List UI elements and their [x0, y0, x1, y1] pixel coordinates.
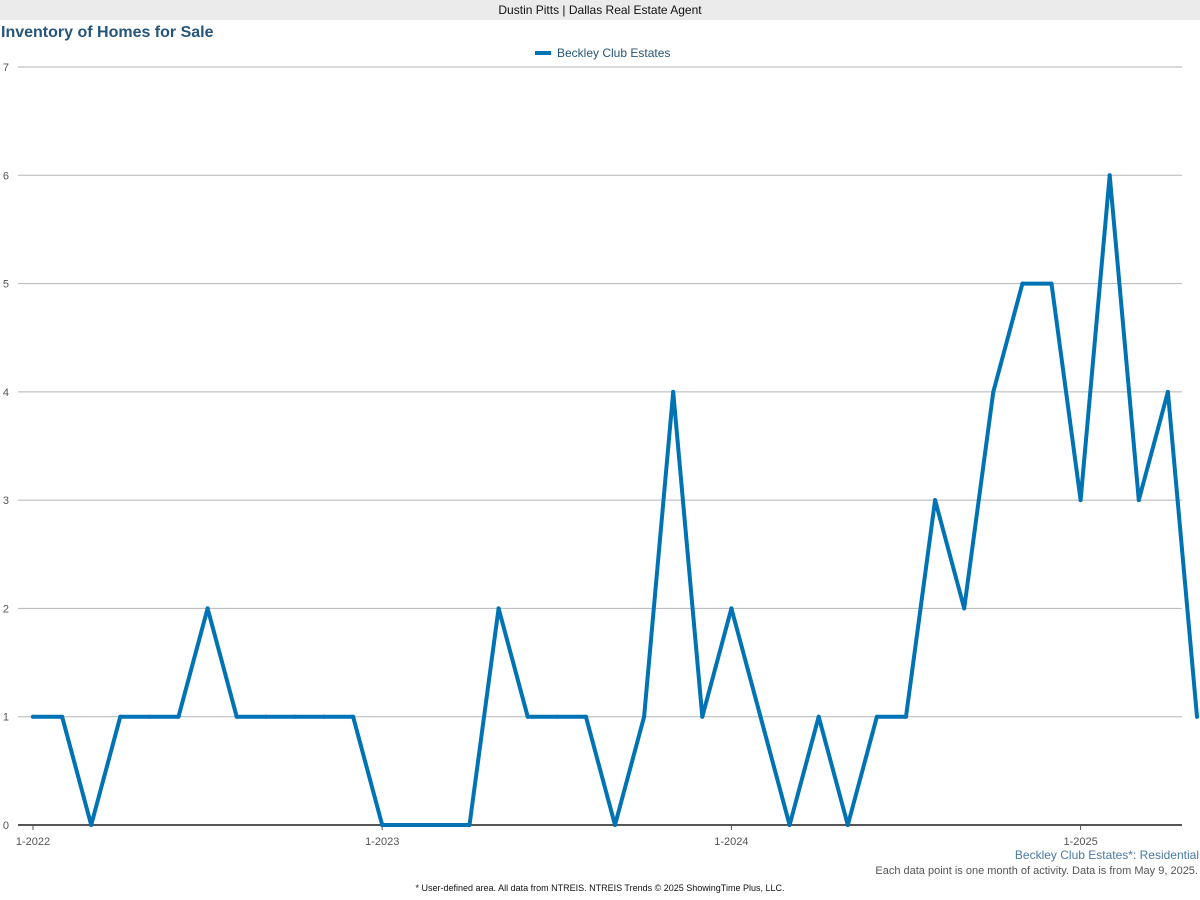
- data-point: [234, 714, 239, 719]
- data-point: [176, 714, 181, 719]
- data-point: [845, 823, 850, 827]
- data-point: [351, 714, 356, 719]
- source-footer: * User-defined area. All data from NTREI…: [415, 883, 785, 893]
- x-tick-label: 1-2024: [714, 836, 748, 848]
- y-tick-label: 3: [3, 495, 9, 507]
- data-point: [60, 714, 65, 719]
- data-note: Each data point is one month of activity…: [875, 865, 1198, 877]
- data-point: [118, 714, 123, 719]
- data-point: [205, 606, 210, 611]
- data-point: [1165, 389, 1170, 394]
- data-point: [554, 714, 559, 719]
- data-point: [583, 714, 588, 719]
- data-point: [525, 714, 530, 719]
- data-point: [1107, 173, 1112, 178]
- data-point: [380, 823, 385, 827]
- data-point: [671, 389, 676, 394]
- data-point: [933, 498, 938, 503]
- data-point: [31, 714, 35, 719]
- data-point: [613, 823, 617, 827]
- x-tick-label: 1-2022: [16, 836, 50, 848]
- y-tick-label: 4: [3, 387, 9, 399]
- x-tick-label: 1-2025: [1063, 836, 1097, 848]
- data-point: [438, 823, 443, 827]
- data-point: [816, 714, 821, 719]
- data-point: [962, 606, 967, 611]
- y-tick-label: 7: [3, 62, 9, 74]
- data-point: [904, 714, 908, 719]
- data-point: [758, 714, 763, 719]
- data-point: [700, 714, 705, 719]
- x-tick-label: 1-2023: [365, 836, 399, 848]
- data-point: [147, 714, 152, 719]
- data-point: [292, 714, 297, 719]
- data-point: [1136, 498, 1141, 503]
- data-point: [496, 606, 501, 611]
- data-point: [874, 714, 879, 719]
- data-point: [409, 823, 414, 827]
- data-point: [729, 606, 734, 611]
- data-point: [642, 714, 647, 719]
- data-point: [1049, 281, 1054, 286]
- data-point: [991, 389, 996, 394]
- data-point: [467, 823, 472, 827]
- y-tick-label: 6: [3, 170, 9, 182]
- line-chart: 0 1 2 3 4 5 6 7 1-2022 1-2023 1-2024 1-2025: [3, 62, 1199, 848]
- data-point: [787, 823, 792, 827]
- data-point: [322, 714, 326, 719]
- data-point: [1020, 281, 1025, 286]
- data-point: [1195, 714, 1199, 719]
- y-tick-label: 1: [3, 712, 9, 724]
- y-tick-label: 2: [3, 603, 9, 615]
- y-tick-label: 0: [3, 820, 9, 832]
- data-point: [1078, 498, 1083, 503]
- y-tick-label: 5: [3, 279, 9, 291]
- chart-subtitle: Beckley Club Estates*: Residential: [1014, 848, 1199, 862]
- data-point: [263, 714, 268, 719]
- data-point: [89, 823, 94, 827]
